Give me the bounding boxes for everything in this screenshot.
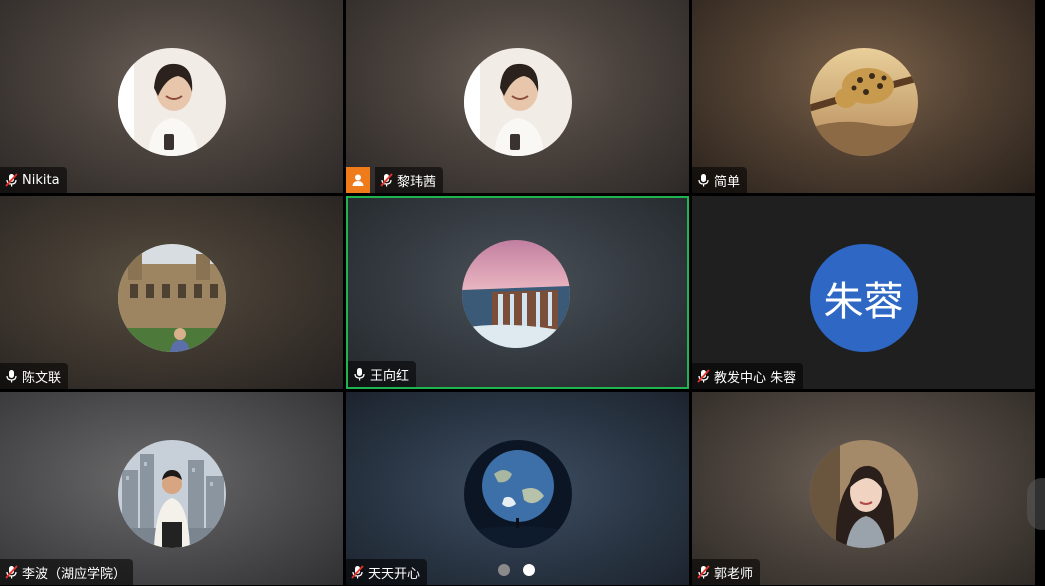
participant-avatar (463, 440, 572, 548)
participant-name-label: 简单 (692, 167, 748, 193)
participant-tile-nikita[interactable]: Nikita (0, 0, 343, 193)
mic-muted-icon (380, 173, 393, 187)
participant-name-label: 李波（湖应学院） (0, 559, 134, 585)
participant-avatar (809, 440, 918, 548)
mic-on-icon (5, 369, 18, 383)
video-gallery-grid: Nikita 黎玮茜 简单 陈文联 王向红 朱蓉 教发中心 朱蓉 李波（湖应学院… (0, 0, 1045, 586)
mic-on-icon (697, 173, 710, 187)
participant-tile-tiantiankaixin[interactable]: 天天开心 (346, 392, 689, 585)
participant-avatar (461, 240, 570, 348)
participant-name: 王向红 (370, 368, 410, 384)
participant-name-label: Nikita (0, 167, 67, 193)
participant-name: 天天开心 (368, 566, 421, 582)
participant-tile-libo[interactable]: 李波（湖应学院） (0, 392, 343, 585)
participant-name-label: 黎玮茜 (375, 167, 444, 193)
participant-name-label: 郭老师 (692, 559, 761, 585)
participant-tile-host[interactable]: 黎玮茜 (346, 0, 689, 193)
mic-muted-icon (697, 369, 710, 383)
photo-waterfall-landscape-icon (461, 240, 570, 348)
mic-muted-icon (351, 565, 364, 579)
mic-muted-icon (5, 565, 18, 579)
participant-avatar (809, 48, 918, 156)
participant-name: 简单 (714, 174, 741, 190)
host-badge-icon (346, 167, 370, 193)
photo-person-in-front-of-building-icon (117, 244, 226, 352)
photo-person-smiling-icon (117, 48, 226, 156)
participant-name: 郭老师 (714, 566, 754, 582)
participant-tile-jiandan[interactable]: 简单 (692, 0, 1035, 193)
participant-tile-guolaoshi[interactable]: 郭老师 (692, 392, 1035, 585)
participant-avatar (117, 244, 226, 352)
participant-name: 黎玮茜 (397, 174, 437, 190)
page-dot-2-current[interactable] (523, 564, 535, 576)
participant-name-label: 教发中心 朱蓉 (692, 363, 804, 389)
photo-man-in-city-icon (117, 440, 226, 548)
participant-name: 陈文联 (22, 370, 62, 386)
participant-name: Nikita (22, 172, 60, 188)
participant-name-label: 陈文联 (0, 363, 69, 389)
photo-woman-portrait-icon (809, 440, 918, 548)
participant-name-label: 王向红 (348, 361, 417, 387)
participant-tile-zhurong[interactable]: 朱蓉 教发中心 朱蓉 (692, 196, 1035, 389)
page-dot-1[interactable] (498, 564, 510, 576)
participant-tile-chenwenlian[interactable]: 陈文联 (0, 196, 343, 389)
participant-avatar (117, 440, 226, 548)
participant-avatar (117, 48, 226, 156)
participant-name: 教发中心 朱蓉 (714, 370, 797, 386)
participant-name-label: 天天开心 (346, 559, 428, 585)
mic-muted-icon (5, 173, 18, 187)
photo-earth-from-space-icon (463, 440, 572, 548)
participant-name: 李波（湖应学院） (22, 566, 127, 582)
participant-avatar (463, 48, 572, 156)
side-panel-handle[interactable] (1027, 478, 1045, 530)
mic-on-icon (353, 367, 366, 381)
photo-leopard-on-branch-icon (809, 48, 918, 156)
page-indicator (498, 564, 535, 576)
photo-person-smiling-icon (463, 48, 572, 156)
participant-tile-active-speaker[interactable]: 王向红 (346, 196, 689, 389)
mic-muted-icon (697, 565, 710, 579)
participant-text-avatar: 朱蓉 (809, 244, 918, 352)
